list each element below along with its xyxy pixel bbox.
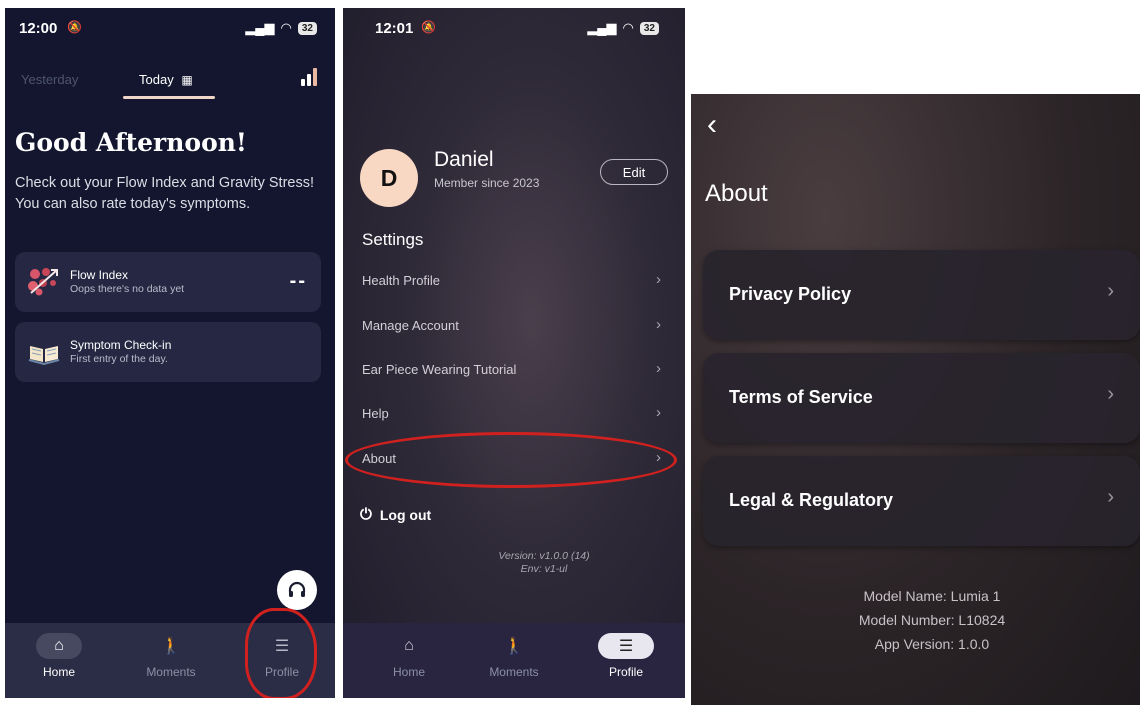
logout-label: Log out <box>379 506 432 523</box>
flow-index-subtitle: Oops there's no data yet <box>70 283 185 295</box>
settings-item-label: Help <box>362 406 389 421</box>
annotation-circle-profile <box>245 608 317 698</box>
chevron-right-icon: › <box>1107 280 1114 302</box>
terms-of-service-item[interactable]: Terms of Service › <box>703 353 1140 443</box>
page-title: About <box>705 180 768 207</box>
home-icon: ⌂ <box>36 633 82 659</box>
version-text: Version: v1.0.0 (14) <box>498 550 590 562</box>
signal-icon: ▂▄▆ <box>587 20 617 35</box>
nav-home-label: Home <box>42 665 75 679</box>
settings-item-label: Ear Piece Wearing Tutorial <box>362 362 517 377</box>
symptom-book-icon <box>28 346 60 366</box>
chevron-right-icon: › <box>656 316 661 333</box>
menu-icon: ☰ <box>598 633 654 659</box>
symptom-checkin-subtitle: First entry of the day. <box>70 353 168 365</box>
settings-item-label: Manage Account <box>362 318 459 333</box>
app-version: App Version: 1.0.0 <box>874 636 990 652</box>
status-time: 12:00 <box>19 20 58 37</box>
flow-index-card[interactable]: Flow Index Oops there's no data yet -- <box>15 252 321 312</box>
battery-icon: 32 <box>639 21 659 35</box>
settings-item-help[interactable]: Help › <box>343 398 685 430</box>
greeting-text: Check out your Flow Index and Gravity St… <box>15 175 314 212</box>
nav-profile[interactable]: ☰ Profile <box>586 633 666 679</box>
tab-today-label: Today <box>139 72 174 87</box>
day-tabs: Yesterday Today ▦ <box>5 68 335 104</box>
privacy-policy-item[interactable]: Privacy Policy › <box>703 250 1140 340</box>
status-time: 12:01 <box>375 20 414 37</box>
person-icon: 🚶 <box>504 638 524 655</box>
power-icon: ⏻ <box>360 506 372 523</box>
nav-moments[interactable]: 🚶 Moments <box>131 633 211 679</box>
privacy-policy-label: Privacy Policy <box>729 284 852 304</box>
flow-index-value: -- <box>289 270 307 292</box>
back-chevron-icon[interactable]: ‹ <box>707 108 717 142</box>
avatar: D <box>360 149 418 207</box>
flow-index-icon <box>28 268 58 296</box>
nav-moments[interactable]: 🚶 Moments <box>474 633 554 679</box>
settings-item-manage-account[interactable]: Manage Account › <box>343 310 685 342</box>
settings-heading: Settings <box>362 230 424 249</box>
about-screen: ‹ About Privacy Policy › Terms of Servic… <box>691 94 1140 705</box>
flow-index-title: Flow Index <box>70 268 129 282</box>
signal-icon: ▂▄▆ <box>245 20 275 35</box>
edit-profile-button[interactable]: Edit <box>600 159 668 185</box>
profile-name: Daniel <box>434 148 494 171</box>
nav-profile-label: Profile <box>608 665 643 679</box>
chevron-right-icon: › <box>656 404 661 421</box>
legal-regulatory-label: Legal & Regulatory <box>729 490 894 510</box>
headphones-icon <box>288 581 306 597</box>
version-info: Version: v1.0.0 (14) Env: v1-ul <box>343 550 685 576</box>
calendar-icon: ▦ <box>181 73 193 87</box>
logout-button[interactable]: ⏻ Log out <box>360 506 431 523</box>
nav-home[interactable]: ⌂ Home <box>369 633 449 679</box>
symptom-checkin-card[interactable]: Symptom Check-in First entry of the day. <box>15 322 321 382</box>
wifi-icon: ◠ <box>280 20 292 35</box>
mute-bell-icon: 🔕 <box>67 20 82 34</box>
status-bar: 12:00 🔕 ▂▄▆ ◠ 32 <box>5 8 335 48</box>
settings-item-ear-piece-tutorial[interactable]: Ear Piece Wearing Tutorial › <box>343 354 685 386</box>
tab-underline <box>123 96 215 99</box>
nav-home[interactable]: ⌂ Home <box>19 633 99 679</box>
member-since: Member since 2023 <box>434 176 540 190</box>
settings-item-label: Health Profile <box>362 273 441 288</box>
chevron-right-icon: › <box>656 360 661 377</box>
wifi-icon: ◠ <box>622 20 634 35</box>
env-text: Env: v1-ul <box>520 563 568 575</box>
annotation-circle-about <box>345 432 677 488</box>
tab-yesterday[interactable]: Yesterday <box>21 72 78 87</box>
chevron-right-icon: › <box>1107 383 1114 405</box>
greeting-title: Good Afternoon! <box>15 128 247 157</box>
nav-moments-label: Moments <box>489 665 539 679</box>
headset-support-button[interactable] <box>277 570 317 610</box>
model-name: Model Name: Lumia 1 <box>863 588 1001 604</box>
model-number: Model Number: L10824 <box>858 612 1006 628</box>
model-info: Model Name: Lumia 1 Model Number: L10824… <box>782 584 1082 656</box>
chevron-right-icon: › <box>1107 486 1114 508</box>
profile-screen: 12:01 🔕 ▂▄▆ ◠ 32 D Daniel Member since 2… <box>343 8 685 698</box>
home-screen: 12:00 🔕 ▂▄▆ ◠ 32 Yesterday Today ▦ Good … <box>5 8 335 698</box>
symptom-checkin-title: Symptom Check-in <box>70 338 172 352</box>
settings-item-health-profile[interactable]: Health Profile › <box>343 265 685 297</box>
nav-moments-label: Moments <box>146 665 196 679</box>
home-icon: ⌂ <box>404 637 414 654</box>
bottom-nav: ⌂ Home 🚶 Moments ☰ Profile <box>343 623 685 698</box>
mute-bell-icon: 🔕 <box>421 20 436 34</box>
chevron-right-icon: › <box>656 271 661 288</box>
terms-of-service-label: Terms of Service <box>729 387 873 407</box>
status-bar: 12:01 🔕 ▂▄▆ ◠ 32 <box>343 8 685 48</box>
battery-icon: 32 <box>297 21 317 35</box>
tab-today[interactable]: Today ▦ <box>139 72 193 87</box>
person-icon: 🚶 <box>161 638 181 655</box>
legal-regulatory-item[interactable]: Legal & Regulatory › <box>703 456 1140 546</box>
nav-home-label: Home <box>392 665 425 679</box>
stats-bars-icon[interactable] <box>301 68 321 86</box>
